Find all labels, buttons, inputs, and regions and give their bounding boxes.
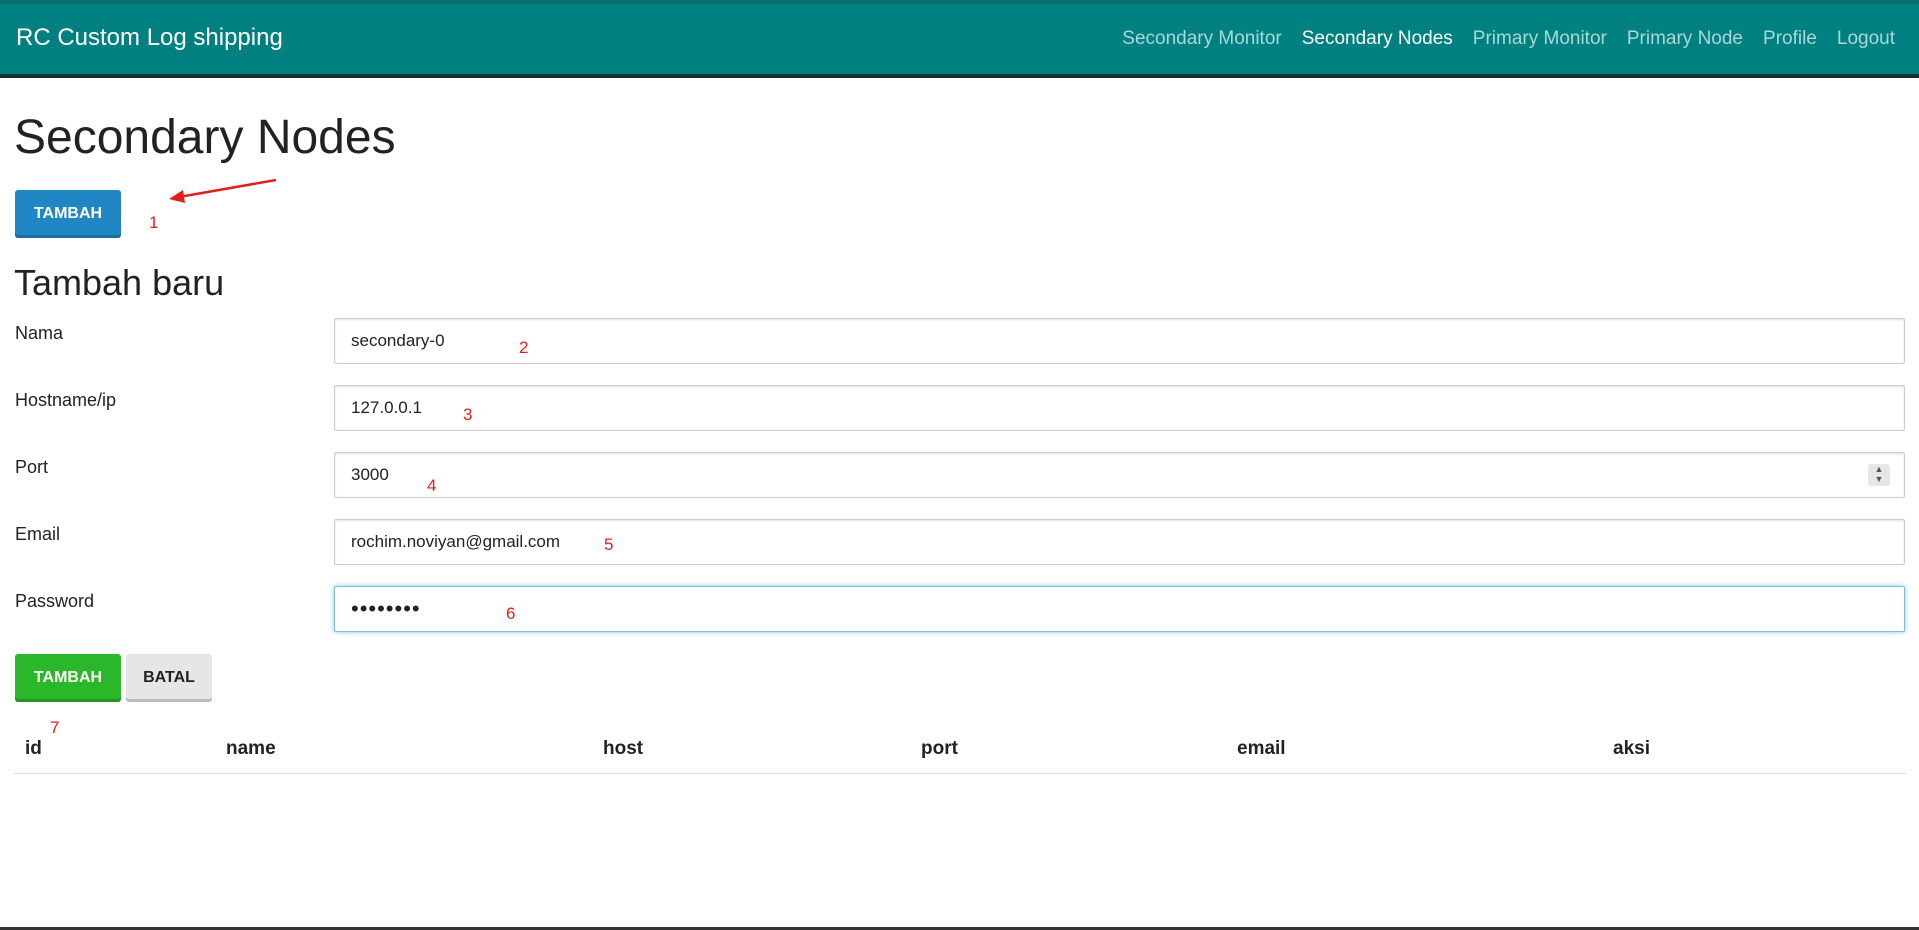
- hostname-value: 127.0.0.1: [351, 398, 422, 417]
- spinner-icon[interactable]: ▲ ▼: [1868, 464, 1890, 486]
- annotation-2: 2: [519, 338, 529, 357]
- column-header-aksi: aksi: [1613, 738, 1650, 759]
- hostname-input[interactable]: 127.0.0.1: [334, 385, 1905, 431]
- annotation-5: 5: [604, 535, 614, 554]
- email-input[interactable]: rochim.noviyan@gmail.com: [334, 519, 1905, 565]
- nav-primary-node[interactable]: Primary Node: [1627, 28, 1743, 50]
- nav-secondary-nodes[interactable]: Secondary Nodes: [1302, 28, 1453, 50]
- annotation-6: 6: [506, 604, 516, 623]
- nama-value: secondary-0: [351, 331, 445, 350]
- password-input[interactable]: ••••••••: [334, 586, 1905, 632]
- annotation-7: 7: [50, 718, 60, 737]
- column-header-id: id: [25, 738, 42, 759]
- nav-profile[interactable]: Profile: [1763, 28, 1817, 50]
- brand-title[interactable]: RC Custom Log shipping: [16, 24, 283, 52]
- column-header-email: email: [1237, 738, 1286, 759]
- annotation-1: 1: [149, 213, 159, 232]
- annotation-4: 4: [427, 476, 437, 495]
- nodes-table-header: id name host port email aksi: [14, 738, 1906, 774]
- column-header-name: name: [226, 738, 276, 759]
- nama-input[interactable]: secondary-0: [334, 318, 1905, 364]
- top-navbar: RC Custom Log shipping Secondary Monitor…: [0, 0, 1919, 78]
- cancel-button[interactable]: BATAL: [126, 654, 212, 702]
- password-label: Password: [15, 591, 95, 611]
- main-nav: Secondary Monitor Secondary Nodes Primar…: [1122, 28, 1895, 50]
- port-value: 3000: [351, 465, 389, 484]
- page-title: Secondary Nodes: [14, 111, 396, 164]
- hostname-label: Hostname/ip: [15, 390, 117, 410]
- submit-button[interactable]: TAMBAH: [15, 654, 121, 702]
- add-node-button[interactable]: TAMBAH: [15, 190, 121, 238]
- nama-label: Nama: [15, 323, 64, 343]
- email-label: Email: [15, 524, 61, 544]
- email-value: rochim.noviyan@gmail.com: [351, 532, 561, 551]
- arrow-annotation-icon: [169, 178, 277, 203]
- password-value: ••••••••: [351, 596, 421, 621]
- nav-primary-monitor[interactable]: Primary Monitor: [1473, 28, 1607, 50]
- form-title: Tambah baru: [14, 262, 225, 303]
- column-header-port: port: [921, 738, 958, 759]
- column-header-host: host: [603, 738, 644, 759]
- port-label: Port: [15, 457, 49, 477]
- nav-logout[interactable]: Logout: [1837, 28, 1895, 50]
- port-input[interactable]: 3000 ▲ ▼: [334, 452, 1905, 498]
- nav-secondary-monitor[interactable]: Secondary Monitor: [1122, 28, 1281, 50]
- annotation-3: 3: [463, 405, 473, 424]
